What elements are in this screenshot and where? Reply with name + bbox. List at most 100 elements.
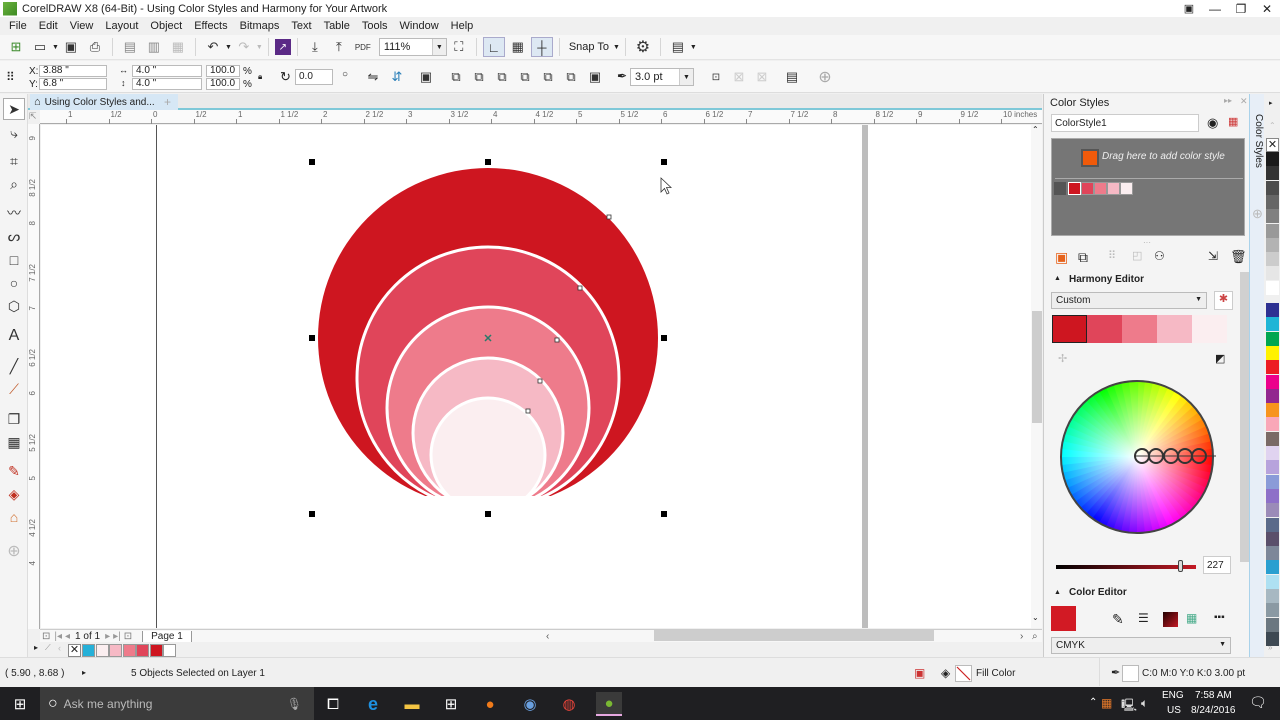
clock-date[interactable]: 8/24/2016 [1191, 705, 1236, 716]
palette-scroll-up-icon[interactable]: ⌃ [1269, 121, 1276, 130]
rotation-angle-field[interactable]: 0.0 [295, 69, 333, 85]
color-style-swatch[interactable] [1120, 182, 1133, 195]
palette-menu-icon[interactable]: ▸ [1269, 99, 1273, 107]
create-boundary-icon[interactable]: ▣ [584, 67, 606, 87]
palette-eyedropper-icon[interactable]: ⟋ [45, 643, 51, 653]
firefox-icon[interactable]: ● [478, 692, 502, 716]
publish-pdf-icon[interactable]: PDF [352, 37, 374, 57]
brightness-slider-thumb[interactable] [1178, 560, 1183, 572]
trim-icon[interactable]: ⧉ [468, 67, 490, 87]
width-field[interactable]: 4.0 " [132, 65, 202, 77]
node-handle[interactable] [554, 337, 560, 343]
splitter-handle[interactable]: ··· [1143, 238, 1151, 247]
palette-swatch[interactable] [1266, 374, 1279, 389]
drop-shadow-tool-icon[interactable]: ❐ [3, 408, 25, 430]
palette-swatch[interactable] [1266, 180, 1279, 195]
undo-icon[interactable]: ↶ [202, 37, 224, 57]
page-tab-page-1[interactable]: Page 1 [142, 630, 192, 642]
ellipse-tool-icon[interactable]: ○ [3, 272, 25, 294]
rectangle-tool-icon[interactable]: □ [3, 249, 25, 271]
color-sliders-icon[interactable]: ☰ [1138, 611, 1149, 625]
shape-tool-icon[interactable]: ⤷ [3, 122, 25, 144]
collapse-section-icon[interactable]: ▲ [1054, 275, 1061, 282]
store-icon[interactable]: ⊞ [439, 692, 463, 716]
next-page-icon[interactable]: ▸ [105, 631, 110, 642]
break-apart-icon[interactable]: ⊠ [728, 67, 750, 87]
menu-window[interactable]: Window [400, 20, 439, 32]
selection-handle[interactable] [309, 159, 315, 165]
outline-width-combo[interactable]: 3.0 pt ▼ [630, 68, 694, 86]
palette-swatch[interactable] [1266, 474, 1279, 489]
scroll-right-icon[interactable]: › [1020, 631, 1023, 642]
node-handle[interactable] [577, 285, 583, 291]
document-tab[interactable]: ⌂ Using Color Styles and... [30, 94, 178, 110]
brightness-slider-track[interactable] [1056, 565, 1196, 569]
y-position-field[interactable]: 6.8 " [39, 78, 107, 90]
fill-color-swatch-none[interactable] [955, 665, 972, 682]
document-palette-swatch[interactable] [95, 644, 109, 657]
view-options-icon[interactable]: ▦ [1228, 115, 1238, 128]
snap-to-dropdown-icon[interactable]: ▼ [613, 44, 620, 51]
insert-page-after-icon[interactable]: ⊡ [124, 631, 132, 642]
launcher-dropdown-icon[interactable]: ▼ [690, 44, 697, 51]
color-style-swatch[interactable] [1107, 182, 1120, 195]
front-minus-back-icon[interactable]: ⧉ [537, 67, 559, 87]
harmony-swatch[interactable] [1157, 315, 1192, 343]
transparency-tool-icon[interactable]: ▦ [3, 431, 25, 453]
input-region[interactable]: US [1167, 705, 1181, 716]
profile-icon[interactable]: ▣ [1176, 2, 1202, 15]
color-styles-area[interactable]: Drag here to add color style [1051, 138, 1245, 236]
link-icon[interactable]: ◰ [1132, 249, 1142, 262]
export-icon[interactable]: ⤒ [328, 37, 350, 57]
menu-layout[interactable]: Layout [105, 20, 138, 32]
restore-button[interactable]: ❐ [1228, 2, 1254, 16]
menu-effects[interactable]: Effects [194, 20, 227, 32]
no-color-swatch[interactable]: ✕ [1266, 138, 1279, 152]
no-color-swatch[interactable]: ✕ [68, 644, 81, 657]
lock-ratio-icon[interactable]: 🔒︎ [258, 72, 262, 82]
selection-handle[interactable] [309, 335, 315, 341]
color-model-select[interactable]: CMYK ▼ [1051, 637, 1231, 654]
options-gear-icon[interactable]: ⚙ [632, 37, 654, 57]
file-explorer-icon[interactable]: ▬ [400, 692, 424, 716]
add-color-icon[interactable]: ✢ [1058, 352, 1067, 365]
palette-swatch[interactable] [1266, 488, 1279, 503]
harmony-folder-icon[interactable] [1054, 182, 1066, 195]
palette-swatch[interactable] [1266, 317, 1279, 332]
clock-time[interactable]: 7:58 AM [1195, 690, 1232, 701]
combine-icon[interactable]: ⊠ [751, 67, 773, 87]
new-color-style-icon[interactable]: ▣ [1055, 249, 1068, 266]
palette-swatch[interactable] [1266, 603, 1279, 618]
palette-swatch[interactable] [1266, 503, 1279, 518]
color-eyedropper-tool-icon[interactable]: ✎ [3, 460, 25, 482]
back-minus-front-icon[interactable]: ⧉ [560, 67, 582, 87]
scroll-down-icon[interactable]: ⌄ [1032, 613, 1039, 622]
palette-swatch[interactable] [1266, 266, 1279, 281]
show-guidelines-icon[interactable]: ┼ [530, 37, 553, 57]
document-palette-swatch[interactable] [136, 644, 149, 657]
paste-icon[interactable]: ▦ [167, 37, 189, 57]
auto-create-styles-icon[interactable]: ⚇ [1154, 249, 1165, 263]
scroll-up-icon[interactable]: ⌃ [1032, 125, 1039, 134]
copy-icon[interactable]: ▥ [143, 37, 165, 57]
palette-swatch[interactable] [1266, 152, 1279, 166]
palette-swatch[interactable] [1266, 360, 1279, 375]
palette-swatch[interactable] [1266, 517, 1279, 532]
node-handle[interactable] [606, 214, 612, 220]
selection-handle[interactable] [485, 159, 491, 165]
weld-icon[interactable]: ⧉ [445, 67, 467, 87]
edge-browser-icon[interactable]: e [361, 692, 385, 716]
redo-icon[interactable]: ↷ [233, 37, 255, 57]
harmony-swatch[interactable] [1192, 315, 1227, 343]
new-harmony-icon[interactable]: ⧉ [1078, 249, 1088, 266]
scroll-left-icon[interactable]: ‹ [546, 631, 549, 642]
save-icon[interactable]: ▣ [60, 37, 82, 57]
text-tool-icon[interactable]: A [3, 325, 25, 347]
vertical-ruler[interactable]: 9 8 1/2 8 7 1/2 7 6 1/2 6 5 1/2 5 4 1/2 4 [28, 124, 40, 629]
eyedropper-icon[interactable]: ✎ [1112, 611, 1124, 628]
import-export-icon[interactable]: ⇲ [1208, 249, 1218, 263]
connector-tool-icon[interactable]: ⟋ [3, 378, 25, 400]
snap-to-button[interactable]: Snap To [569, 41, 609, 53]
chevron-down-icon[interactable]: ▼ [431, 39, 446, 55]
eye-gear-icon[interactable]: ◉ [1207, 115, 1218, 131]
